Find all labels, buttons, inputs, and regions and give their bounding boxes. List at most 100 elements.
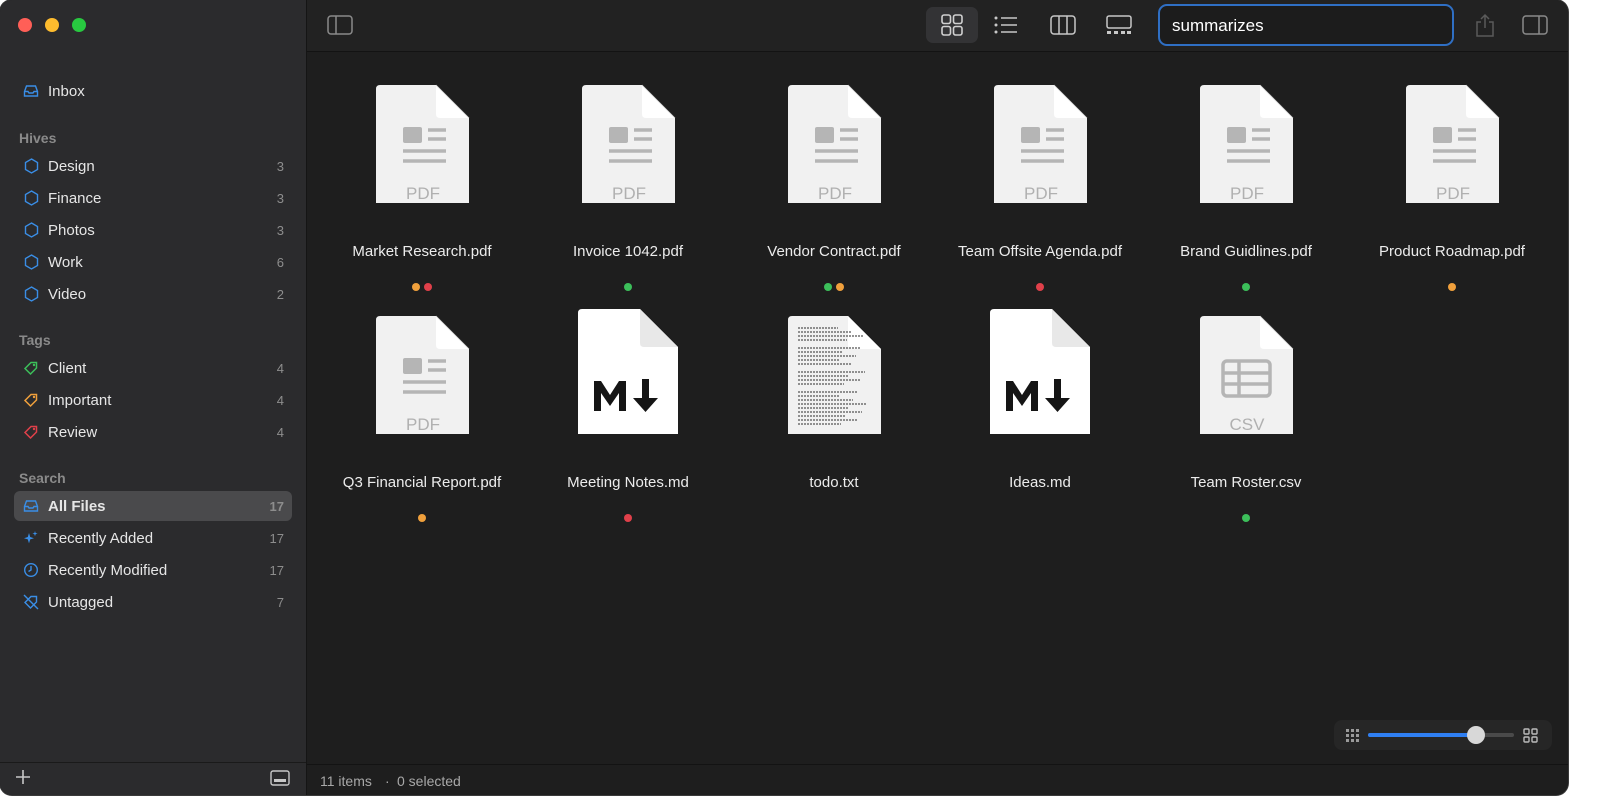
zoom-slider-knob[interactable]	[1467, 726, 1486, 744]
tag-dot	[1242, 283, 1250, 291]
share-icon	[1476, 13, 1494, 37]
zoom-control	[1334, 720, 1552, 750]
sidebar-item-count: 3	[276, 158, 284, 174]
tag-icon	[23, 392, 39, 408]
file-name: Product Roadmap.pdf	[1379, 243, 1525, 260]
sidebar-item-all-files[interactable]: All Files 17	[14, 491, 292, 521]
file-item-q3-financial-report-pdf[interactable]: PDF Q3 Financial Report.pdf	[319, 294, 525, 522]
status-separator: ·	[385, 773, 390, 789]
file-item-team-roster-csv[interactable]: CSV Team Roster.csv	[1143, 294, 1349, 522]
sidebar: Inbox Hives Tags Search Design 3 Finance 3 P…	[0, 0, 307, 795]
tag-dot	[1242, 514, 1250, 522]
file-grid: PDF Market Research.pdf PDF Invoice 1042.pd…	[307, 52, 1568, 764]
svg-text:PDF: PDF	[818, 184, 852, 203]
toolbar	[307, 0, 1568, 52]
file-item-market-research-pdf[interactable]: PDF Market Research.pdf	[319, 63, 525, 291]
selection-count: 0 selected	[397, 773, 461, 789]
minimize-window-button[interactable]	[45, 18, 59, 32]
toggle-sidebar-button[interactable]	[323, 7, 357, 43]
sidebar-item-client[interactable]: Client 4	[14, 353, 292, 383]
sidebar-footer	[0, 762, 306, 795]
gallery-view-button[interactable]	[1095, 7, 1143, 43]
file-name: Brand Guidlines.pdf	[1180, 243, 1312, 260]
item-count: 11 items	[320, 773, 372, 789]
file-item-team-offsite-agenda-pdf[interactable]: PDF Team Offsite Agenda.pdf	[937, 63, 1143, 291]
sidebar-item-recently-modified[interactable]: Recently Modified 17	[14, 555, 292, 585]
zoom-window-button[interactable]	[72, 18, 86, 32]
sidebar-item-work[interactable]: Work 6	[14, 247, 292, 277]
pdf-file-icon: PDF	[1143, 63, 1349, 209]
csv-file-icon: CSV	[1143, 294, 1349, 440]
sidebar-item-video[interactable]: Video 2	[14, 279, 292, 309]
file-item-product-roadmap-pdf[interactable]: PDF Product Roadmap.pdf	[1349, 63, 1555, 291]
hive-icon	[23, 190, 39, 206]
file-item-todo-txt[interactable]: todo.txt	[731, 294, 937, 514]
sidebar-item-count: 4	[276, 392, 284, 408]
sidebar-item-count: 4	[276, 360, 284, 376]
sidebar-item-review[interactable]: Review 4	[14, 417, 292, 447]
sidebar-item-important[interactable]: Important 4	[14, 385, 292, 415]
sidebar-item-label: Video	[48, 285, 87, 303]
tag-dot	[624, 283, 632, 291]
file-name: Meeting Notes.md	[567, 474, 689, 491]
file-name: Market Research.pdf	[352, 243, 492, 260]
md-file-icon	[525, 294, 731, 441]
add-icon[interactable]	[14, 768, 32, 791]
sidebar-item-label: Untagged	[48, 593, 114, 611]
sidebar-item-label: Review	[48, 423, 98, 441]
inbox-icon	[23, 83, 39, 99]
file-item-vendor-contract-pdf[interactable]: PDF Vendor Contract.pdf	[731, 63, 937, 291]
hive-icon	[23, 286, 39, 302]
file-name: todo.txt	[809, 474, 859, 491]
list-view-button[interactable]	[982, 7, 1030, 43]
pdf-file-icon: PDF	[319, 63, 525, 209]
column-view-button[interactable]	[1039, 7, 1087, 43]
svg-text:PDF: PDF	[406, 184, 440, 203]
zoom-slider-fill	[1368, 733, 1477, 737]
svg-text:PDF: PDF	[1230, 184, 1264, 203]
pdf-file-icon: PDF	[731, 63, 937, 209]
sidebar-item-recently-added[interactable]: Recently Added 17	[14, 523, 292, 553]
file-item-meeting-notes-md[interactable]: Meeting Notes.md	[525, 294, 731, 522]
sidebar-icon	[327, 15, 353, 35]
hives-header: Hives	[19, 130, 57, 146]
sidebar-item-photos[interactable]: Photos 3	[14, 215, 292, 245]
close-window-button[interactable]	[18, 18, 32, 32]
sidebar-item-design[interactable]: Design 3	[14, 151, 292, 181]
file-tags	[731, 283, 937, 291]
sidebar-item-label: Finance	[48, 189, 102, 207]
small-grid-icon	[1346, 729, 1359, 747]
sparkle-icon	[23, 530, 39, 546]
panel-toggle-icon[interactable]	[270, 770, 290, 791]
file-item-brand-guidlines-pdf[interactable]: PDF Brand Guidlines.pdf	[1143, 63, 1349, 291]
tag-dot	[824, 283, 832, 291]
file-item-invoice-1042-pdf[interactable]: PDF Invoice 1042.pdf	[525, 63, 731, 291]
svg-text:CSV: CSV	[1230, 415, 1266, 434]
file-tags	[1143, 514, 1349, 522]
tag-dot	[624, 514, 632, 522]
tag-dot	[836, 283, 844, 291]
file-name: Ideas.md	[1009, 474, 1071, 491]
grid-view-button[interactable]	[926, 7, 978, 43]
sidebar-item-label: Important	[48, 391, 112, 409]
zoom-slider[interactable]	[1368, 726, 1514, 744]
sidebar-item-count: 17	[269, 562, 284, 578]
status-bar: 11 items · 0 selected	[307, 764, 1568, 795]
search-field[interactable]	[1158, 4, 1454, 46]
inspector-toggle-button[interactable]	[1517, 7, 1553, 43]
file-tags	[525, 514, 731, 522]
file-tags	[319, 283, 525, 291]
file-name: Team Offsite Agenda.pdf	[958, 243, 1122, 260]
share-button[interactable]	[1467, 7, 1503, 43]
tag-dot	[412, 283, 420, 291]
sidebar-item-inbox[interactable]: Inbox	[14, 76, 292, 106]
md-file-icon	[937, 294, 1143, 441]
file-name: Q3 Financial Report.pdf	[342, 474, 502, 491]
file-name: Team Roster.csv	[1190, 474, 1302, 491]
file-name: Invoice 1042.pdf	[572, 243, 684, 260]
sidebar-item-finance[interactable]: Finance 3	[14, 183, 292, 213]
tray-icon	[23, 498, 39, 514]
search-input[interactable]	[1172, 15, 1442, 37]
file-item-ideas-md[interactable]: Ideas.md	[937, 294, 1143, 514]
sidebar-item-untagged[interactable]: Untagged 7	[14, 587, 292, 617]
